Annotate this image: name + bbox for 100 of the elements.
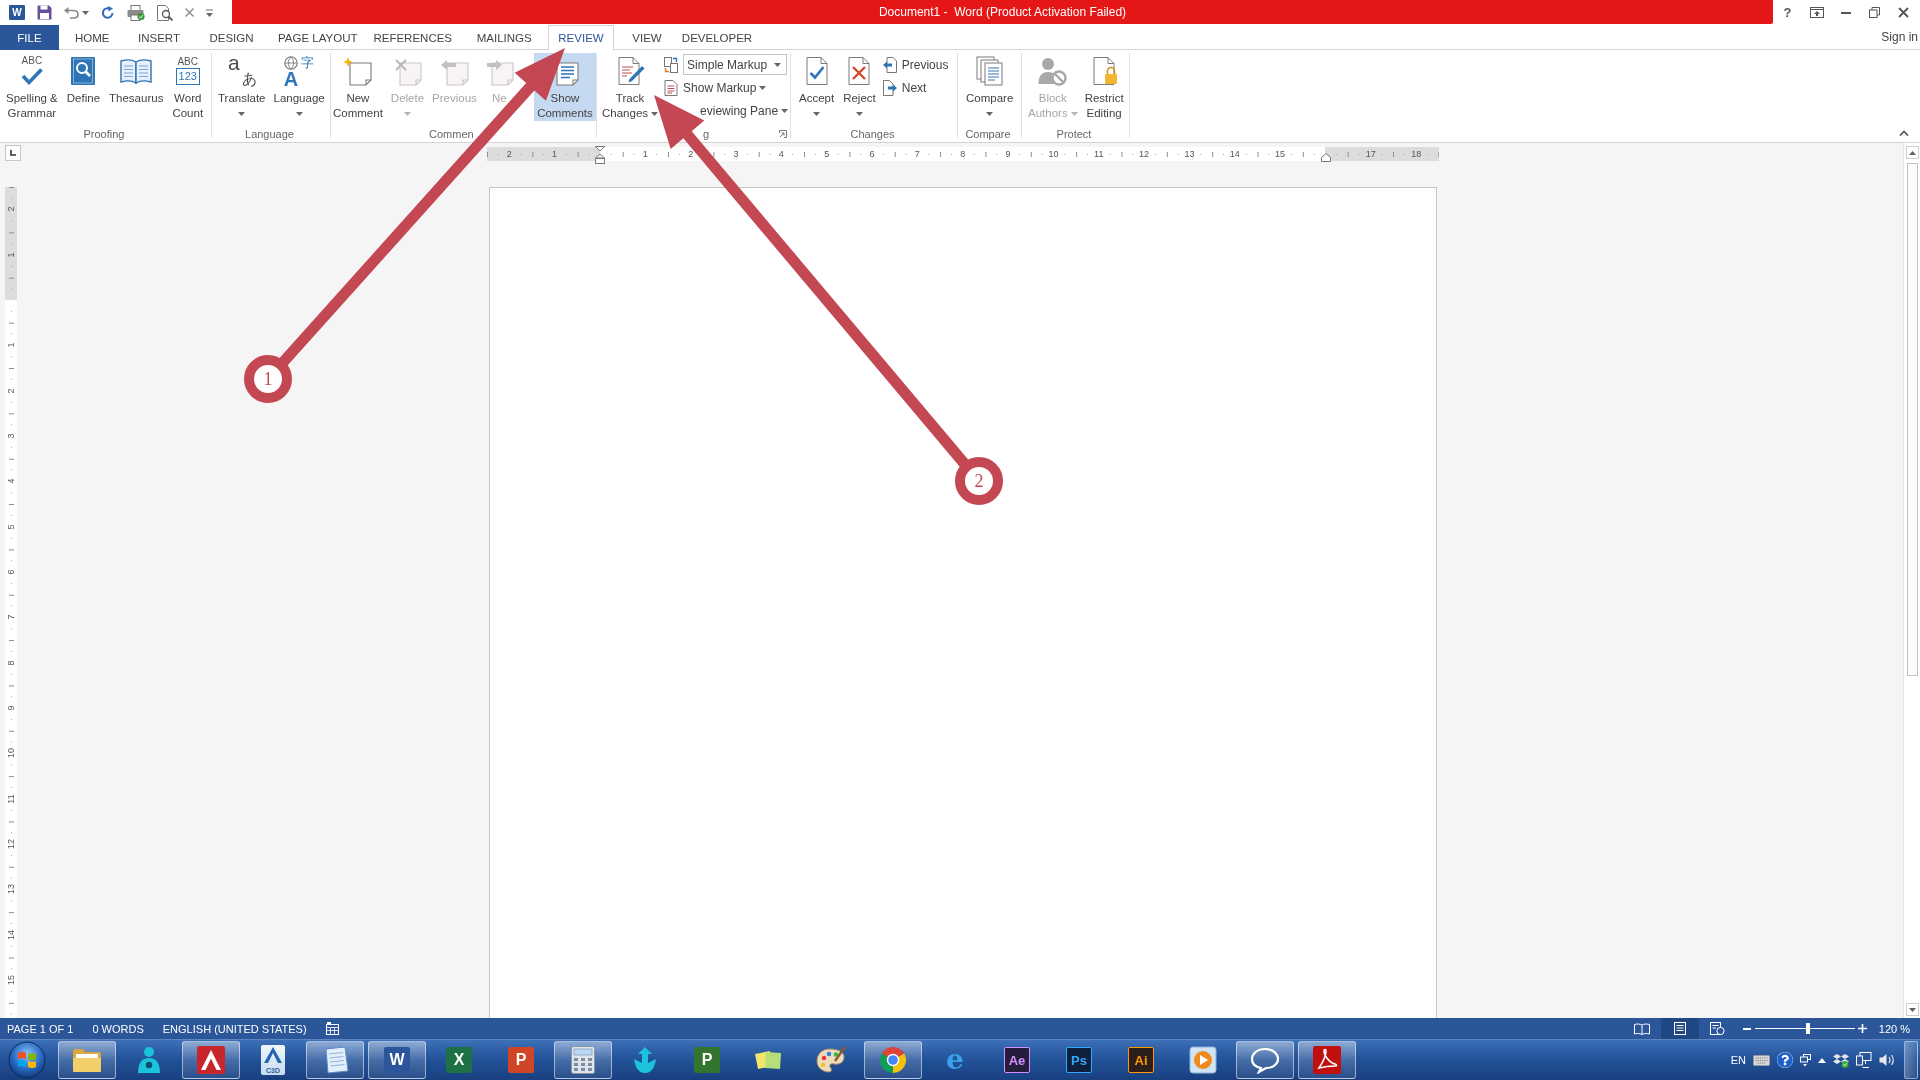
ribbon-tab[interactable]: DEVELOPER: [680, 25, 754, 50]
show-desktop-button[interactable]: [1904, 1041, 1918, 1079]
document-grid-icon[interactable]: [325, 1022, 339, 1035]
caret-icon: [82, 10, 89, 15]
ribbon-tab[interactable]: REVIEW: [548, 25, 614, 50]
network-icon[interactable]: [1856, 1052, 1872, 1068]
taskbar-button[interactable]: X: [430, 1041, 488, 1079]
page-layout-icon: [1673, 1022, 1686, 1035]
close-icon[interactable]: [1898, 7, 1909, 18]
restore-icon[interactable]: [1869, 7, 1880, 18]
windows-icon[interactable]: [1800, 1053, 1811, 1067]
taskbar-button[interactable]: [182, 1041, 240, 1079]
compare-button[interactable]: Compare: [964, 53, 1016, 121]
previous-change-button[interactable]: Previous: [882, 56, 949, 73]
status-text[interactable]: 0 WORDS: [92, 1022, 144, 1035]
taskbar-button[interactable]: [1236, 1041, 1294, 1079]
scrollbar-thumb[interactable]: [1906, 163, 1918, 676]
ruler-number: 1: [642, 149, 648, 159]
windows-logo-icon: [8, 1041, 46, 1079]
keyboard-icon[interactable]: [1753, 1054, 1770, 1066]
note-star-icon: [343, 56, 373, 86]
ribbon-tab[interactable]: INSERT: [125, 25, 193, 50]
app-tile: Ae: [1004, 1047, 1030, 1073]
ribbon-display-icon[interactable]: [1809, 7, 1824, 18]
help-button[interactable]: ?: [1783, 5, 1792, 20]
ruler-number: 9: [6, 705, 16, 711]
ruler-number: 15: [6, 975, 16, 986]
thesaurus-button[interactable]: Thesaurus: [107, 53, 166, 121]
ruler-number: 3: [6, 433, 16, 439]
zoom-level[interactable]: 120 %: [1878, 1022, 1910, 1035]
ribbon-tab[interactable]: VIEW: [614, 25, 680, 50]
file-tab[interactable]: FILE: [0, 25, 59, 50]
swirl-logo-icon: [1313, 1046, 1341, 1074]
accept-button[interactable]: Accept: [797, 53, 837, 121]
taskbar-button[interactable]: W: [368, 1041, 426, 1079]
scroll-up-button[interactable]: [1905, 146, 1919, 159]
view-button[interactable]: [1660, 1018, 1699, 1039]
taskbar-button[interactable]: [554, 1041, 612, 1079]
more-icon[interactable]: [206, 8, 213, 17]
cross-icon[interactable]: [185, 8, 194, 17]
minus-icon: [1742, 1027, 1751, 1030]
print-preview-icon[interactable]: [157, 4, 173, 21]
ruler-number: 18: [1411, 149, 1422, 159]
taskbar-button[interactable]: [58, 1041, 116, 1079]
track-changes-button[interactable]: Track Changes: [600, 53, 661, 121]
taskbar-button[interactable]: P: [492, 1041, 550, 1079]
spelling-button[interactable]: ABC Spelling & Grammar: [4, 53, 60, 121]
tab-selector-button[interactable]: [5, 145, 21, 161]
help-icon[interactable]: [1777, 1052, 1793, 1068]
triangle-logo-icon: [197, 1046, 225, 1074]
taskbar-button[interactable]: Ai: [1112, 1041, 1170, 1079]
reject-button[interactable]: Reject: [841, 53, 878, 121]
input-language[interactable]: EN: [1730, 1054, 1746, 1066]
ribbon-tab[interactable]: REFERENCES: [365, 25, 461, 50]
sign-in-link[interactable]: Sign in: [1881, 30, 1920, 44]
app-tile[interactable]: W: [9, 5, 25, 20]
caret-up-icon[interactable]: [1818, 1057, 1826, 1063]
ribbon-tab[interactable]: PAGE LAYOUT: [270, 25, 365, 50]
redo-icon[interactable]: [101, 5, 115, 20]
indent-marker[interactable]: [594, 146, 605, 164]
dialog-launcher-icon[interactable]: [779, 130, 787, 138]
speech-bubble-icon: [1250, 1046, 1280, 1074]
undo-icon[interactable]: [64, 6, 79, 19]
word-count-button[interactable]: ABC 123 Word Count: [170, 53, 206, 121]
taskbar-button[interactable]: [1298, 1041, 1356, 1079]
define-button[interactable]: Define: [64, 53, 103, 121]
caret-icon: [759, 85, 767, 90]
markup-dropdown[interactable]: Simple Markup: [683, 54, 788, 75]
taskbar-button[interactable]: Ae: [988, 1041, 1046, 1079]
save-icon[interactable]: [37, 5, 52, 20]
speaker-icon[interactable]: [1879, 1053, 1895, 1067]
taskbar-button[interactable]: P: [678, 1041, 736, 1079]
ribbon-tab[interactable]: HOME: [59, 25, 126, 50]
ruler-number: 8: [960, 149, 966, 159]
slider-thumb[interactable]: [1805, 1023, 1810, 1034]
ribbon-tab[interactable]: DESIGN: [192, 25, 271, 50]
status-text[interactable]: PAGE 1 OF 1: [7, 1022, 74, 1035]
status-text[interactable]: ENGLISH (UNITED STATES): [162, 1022, 307, 1035]
language-button[interactable]: 字 A Language: [271, 53, 327, 121]
next-change-button[interactable]: Next: [882, 79, 927, 96]
ribbon-tab[interactable]: MAILINGS: [460, 25, 548, 50]
diamonds-check-icon[interactable]: [1833, 1052, 1849, 1068]
reviewing-pane-button[interactable]: eviewing Pane: [700, 102, 789, 119]
caret-icon: [1908, 1007, 1916, 1012]
translate-button[interactable]: a あ Translate: [216, 53, 268, 121]
show-markup-button[interactable]: Show Markup: [664, 79, 767, 96]
minimize-icon[interactable]: [1840, 11, 1851, 14]
restrict-editing-button[interactable]: Restrict Editing: [1082, 53, 1126, 121]
new-comment-button[interactable]: New Comment: [331, 53, 385, 121]
taskbar-button[interactable]: [306, 1041, 364, 1079]
print-icon[interactable]: [127, 4, 145, 21]
caret-up-icon: [1908, 150, 1916, 155]
letter-label: A: [283, 70, 300, 87]
collapse-ribbon-icon[interactable]: [1899, 130, 1909, 136]
taskbar-button[interactable]: [864, 1041, 922, 1079]
plus-icon: [1858, 1024, 1868, 1033]
taskbar-button[interactable]: Ps: [1050, 1041, 1108, 1079]
scroll-down-button[interactable]: [1905, 1003, 1919, 1016]
open-book-icon: [1633, 1022, 1650, 1035]
abc-label: ABC: [21, 56, 43, 66]
